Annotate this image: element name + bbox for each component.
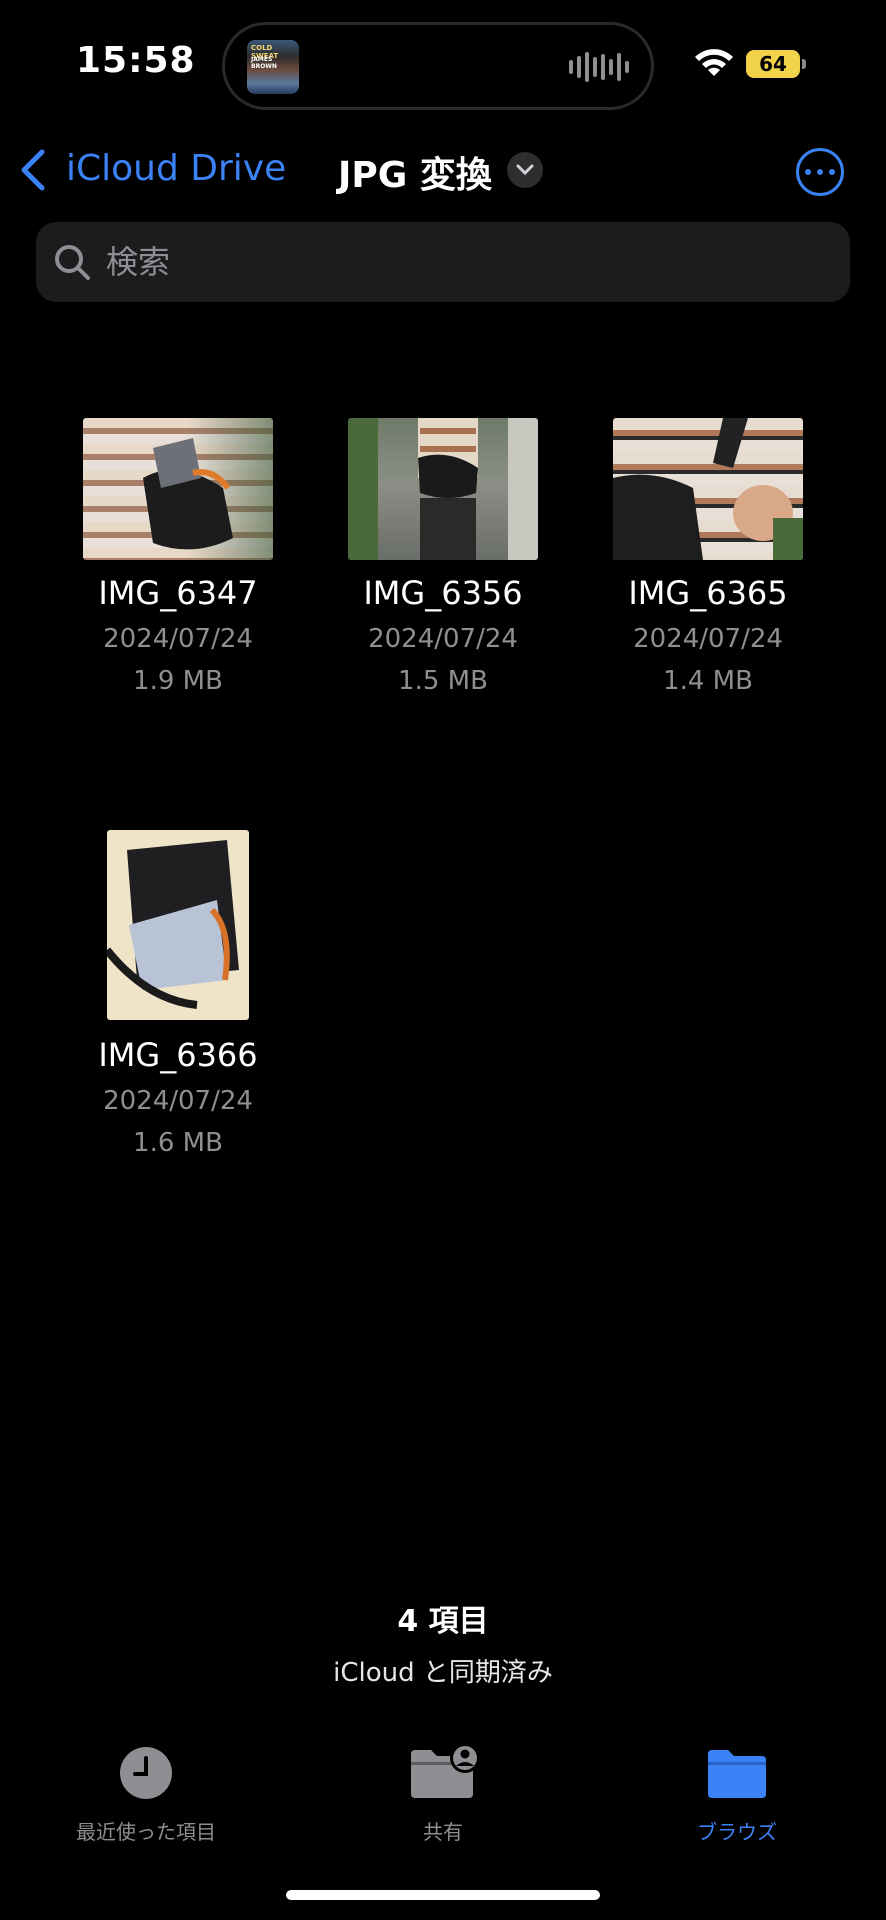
file-date: 2024/07/24 xyxy=(633,624,783,654)
dynamic-island[interactable]: COLD SWEAT JAMES BROWN xyxy=(222,22,654,110)
more-dot-icon xyxy=(817,169,823,175)
tab-shared[interactable]: 共有 xyxy=(313,1740,573,1844)
battery-indicator: 64 xyxy=(746,50,800,78)
back-button[interactable]: iCloud Drive xyxy=(66,148,286,189)
file-thumbnail[interactable] xyxy=(83,418,273,560)
tab-label: 最近使った項目 xyxy=(76,1820,216,1844)
file-thumbnail[interactable] xyxy=(107,830,249,1020)
clock-icon xyxy=(120,1747,172,1799)
search-bar[interactable] xyxy=(36,222,850,302)
tab-recents[interactable]: 最近使った項目 xyxy=(16,1740,276,1844)
title-menu-chevron-icon[interactable] xyxy=(507,152,543,188)
file-size: 1.4 MB xyxy=(663,666,753,696)
more-dot-icon xyxy=(805,169,811,175)
shared-folder-icon xyxy=(411,1744,480,1798)
file-size: 1.6 MB xyxy=(133,1128,223,1158)
search-input[interactable] xyxy=(106,240,806,284)
file-thumbnail[interactable] xyxy=(348,418,538,560)
wifi-icon xyxy=(695,49,733,76)
file-thumbnail[interactable] xyxy=(613,418,803,560)
file-size: 1.5 MB xyxy=(398,666,488,696)
files-app-screen: 15:58 COLD SWEAT JAMES BROWN 64 iCloud D… xyxy=(0,0,886,1920)
back-chevron-icon[interactable] xyxy=(18,148,48,192)
item-count: 4 項目 xyxy=(397,1604,489,1639)
tab-label: 共有 xyxy=(423,1820,463,1844)
file-item[interactable]: IMG_6366 2024/07/24 1.6 MB xyxy=(48,830,308,1160)
file-item[interactable]: IMG_6347 2024/07/24 1.9 MB xyxy=(48,414,308,704)
page-title[interactable]: JPG 変換 xyxy=(338,146,492,198)
battery-tip xyxy=(802,59,806,69)
file-name: IMG_6366 xyxy=(98,1036,258,1074)
file-size: 1.9 MB xyxy=(133,666,223,696)
file-date: 2024/07/24 xyxy=(368,624,518,654)
sync-status: iCloud と同期済み xyxy=(333,1658,553,1688)
more-dot-icon xyxy=(829,169,835,175)
tab-label: ブラウズ xyxy=(697,1820,777,1844)
folder-icon xyxy=(708,1750,766,1798)
file-name: IMG_6356 xyxy=(363,574,523,612)
file-name: IMG_6365 xyxy=(628,574,788,612)
status-time: 15:58 xyxy=(76,40,196,81)
audio-waveform-icon xyxy=(569,51,629,83)
file-item[interactable]: IMG_6356 2024/07/24 1.5 MB xyxy=(313,414,573,704)
file-date: 2024/07/24 xyxy=(103,624,253,654)
search-icon xyxy=(55,245,90,280)
home-indicator[interactable] xyxy=(286,1890,600,1900)
file-date: 2024/07/24 xyxy=(103,1086,253,1116)
more-options-button[interactable] xyxy=(796,148,844,196)
file-item[interactable]: IMG_6365 2024/07/24 1.4 MB xyxy=(578,414,838,704)
file-name: IMG_6347 xyxy=(98,574,258,612)
tab-browse[interactable]: ブラウズ xyxy=(607,1740,867,1844)
now-playing-artwork[interactable]: COLD SWEAT JAMES BROWN xyxy=(247,40,299,94)
artwork-artist-text: JAMES BROWN xyxy=(251,56,277,70)
